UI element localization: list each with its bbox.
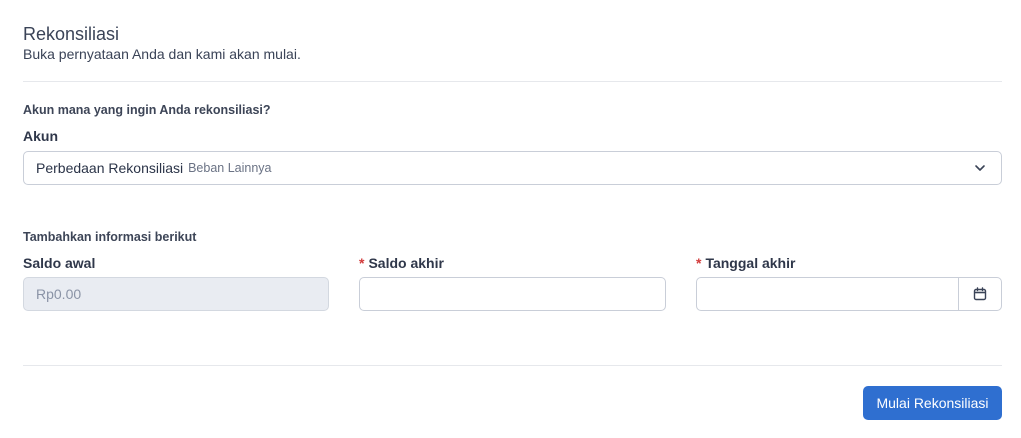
closing-balance-input[interactable]	[359, 277, 666, 311]
opening-balance-input: Rp0.00	[23, 277, 329, 311]
account-select[interactable]: Perbedaan Rekonsiliasi Beban Lainnya	[23, 151, 1002, 185]
page-header: Rekonsiliasi Buka pernyataan Anda dan ka…	[23, 23, 301, 63]
required-mark: *	[696, 255, 702, 271]
date-picker-button[interactable]	[958, 278, 1001, 310]
account-select-type: Beban Lainnya	[188, 161, 272, 175]
required-mark: *	[359, 255, 365, 271]
opening-balance-label: Saldo awal	[23, 255, 96, 271]
end-date-input[interactable]	[696, 277, 1002, 311]
start-reconciliation-button[interactable]: Mulai Rekonsiliasi	[863, 386, 1002, 420]
page-subtitle: Buka pernyataan Anda dan kami akan mulai…	[23, 46, 301, 62]
end-date-label: Tanggal akhir	[705, 255, 796, 271]
account-label: Akun	[23, 128, 58, 144]
footer-divider	[23, 365, 1002, 366]
calendar-icon	[973, 287, 987, 301]
page-title: Rekonsiliasi	[23, 24, 120, 44]
closing-balance-label: Saldo akhir	[368, 255, 444, 271]
account-select-value: Perbedaan Rekonsiliasi	[36, 160, 184, 176]
end-date-label-wrap: * Tanggal akhir	[696, 255, 795, 271]
reconciliation-page: Rekonsiliasi Buka pernyataan Anda dan ka…	[0, 0, 1021, 438]
chevron-down-icon	[975, 165, 985, 171]
info-heading: Tambahkan informasi berikut	[23, 230, 197, 244]
account-question: Akun mana yang ingin Anda rekonsiliasi?	[23, 103, 271, 117]
closing-balance-label-wrap: * Saldo akhir	[359, 255, 444, 271]
header-divider	[23, 81, 1002, 82]
